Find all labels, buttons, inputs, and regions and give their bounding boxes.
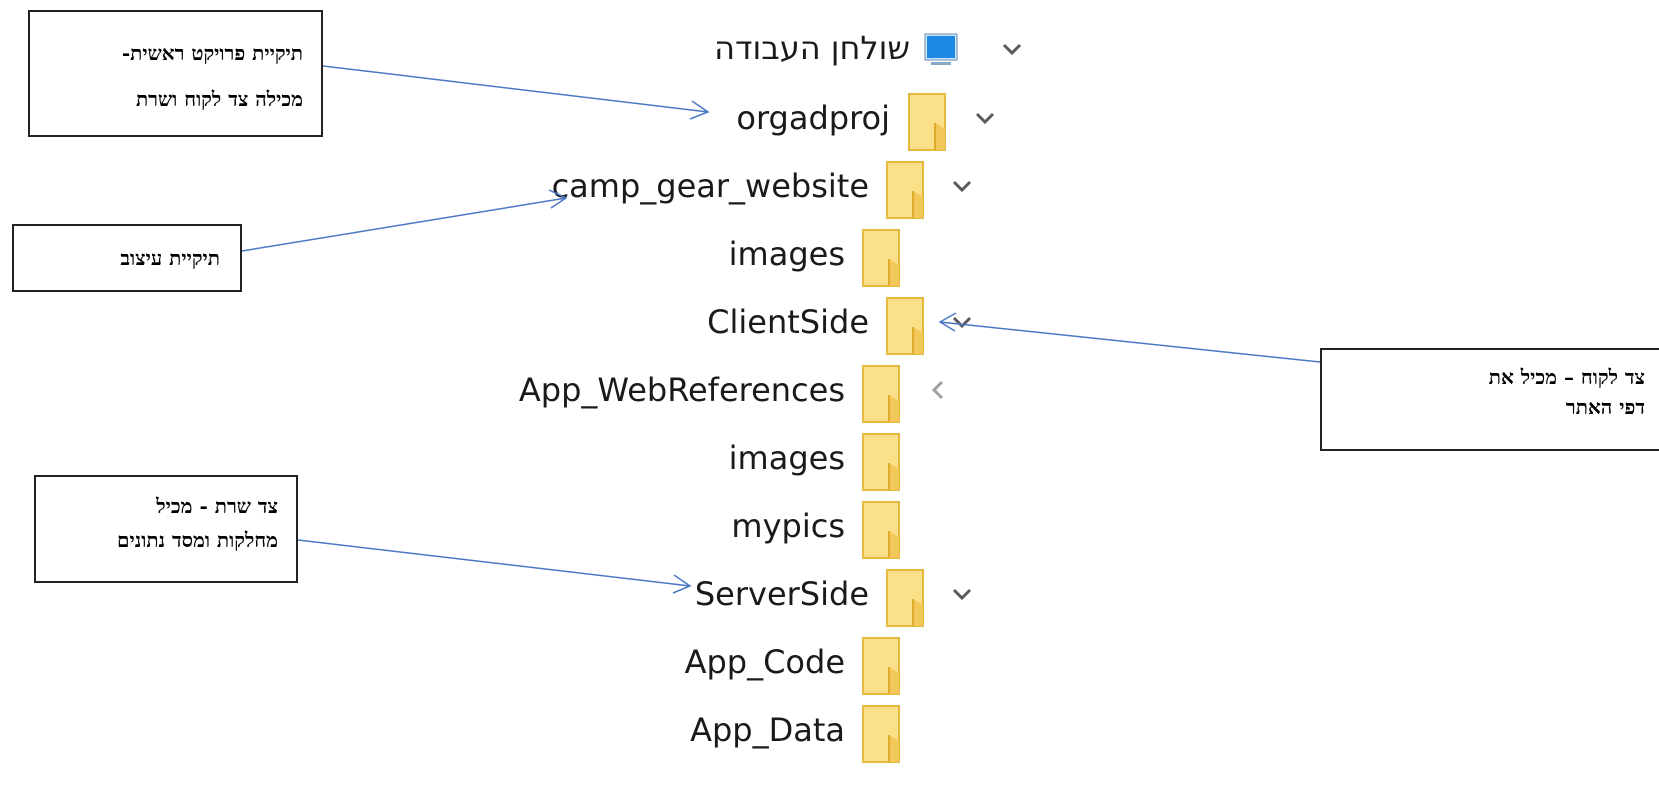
arrow-client-to-clientside xyxy=(938,312,1321,363)
connector-arrows xyxy=(241,65,1321,594)
arrow-main-to-orgadproj xyxy=(322,65,710,120)
arrow-server-to-serverside xyxy=(297,539,692,594)
arrow-design-to-camp-gear xyxy=(241,189,568,252)
